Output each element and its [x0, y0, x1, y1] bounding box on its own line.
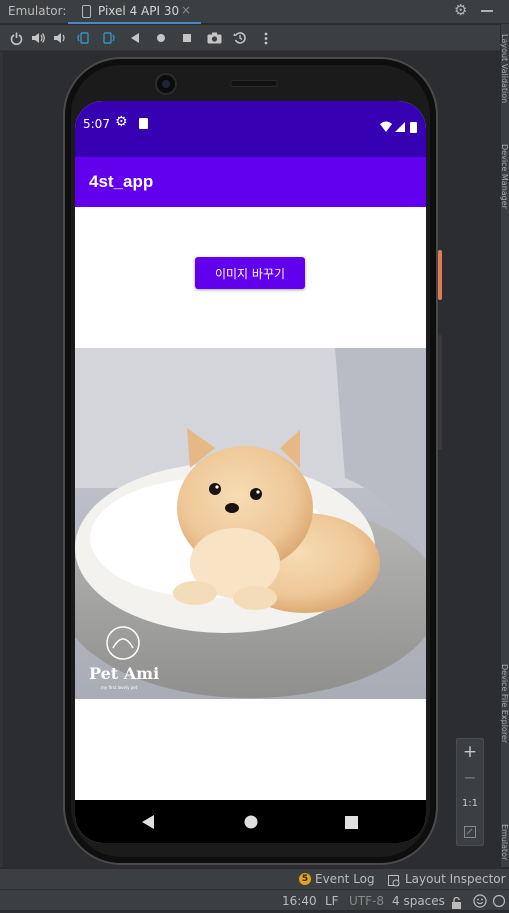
status-bar: 16:40 LF UTF-8 4 spaces: [0, 889, 509, 910]
line-ending-selector[interactable]: LF: [325, 894, 339, 908]
volume-up-icon[interactable]: [29, 29, 47, 47]
more-icon[interactable]: [257, 29, 275, 47]
sd-card-icon: [139, 118, 148, 129]
emulator-toolbar: [0, 25, 509, 51]
android-status-bar: 5:07 ⚙: [75, 101, 426, 157]
encoding-selector[interactable]: UTF-8: [349, 894, 384, 908]
camera-icon[interactable]: [205, 29, 223, 47]
gear-icon[interactable]: ⚙: [454, 1, 467, 19]
caret-position[interactable]: 16:40: [282, 894, 317, 908]
editor-gutter: [0, 52, 3, 867]
volume-side-button: [438, 335, 442, 450]
tool-window-device-file-explorer[interactable]: Device File Explorer: [500, 664, 509, 743]
emulator-label: Emulator:: [8, 4, 67, 18]
device-screen[interactable]: 5:07 ⚙ 4st_app 이미지 바꾸기 Pet Ami my first …: [75, 101, 426, 843]
close-icon[interactable]: ×: [181, 3, 191, 17]
smiley-icon[interactable]: [473, 893, 487, 912]
fit-screen-icon: [464, 826, 476, 838]
photo-tagline: my first lovely pet: [101, 685, 138, 690]
indent-selector[interactable]: 4 spaces: [392, 894, 445, 908]
app-bar: 4st_app: [75, 157, 426, 207]
rotate-left-icon[interactable]: [74, 29, 92, 47]
earpiece-speaker: [230, 80, 278, 87]
rotate-right-icon[interactable]: [100, 29, 118, 47]
power-icon[interactable]: [7, 29, 25, 47]
minimize-icon[interactable]: [481, 10, 493, 12]
nav-overview-icon[interactable]: [345, 814, 358, 833]
zoom-fit-button[interactable]: [457, 823, 483, 842]
change-image-button[interactable]: 이미지 바꾸기: [195, 257, 305, 289]
tool-window-bar: 5 Event Log Layout Inspector: [0, 868, 509, 889]
device-icon: [82, 5, 91, 18]
app-title: 4st_app: [89, 172, 154, 191]
zoom-actual-size-button[interactable]: 1:1: [457, 798, 483, 809]
overview-icon[interactable]: [178, 29, 196, 47]
tab-label: Pixel 4 API 30: [98, 4, 180, 18]
status-time: 5:07: [83, 117, 110, 131]
android-nav-bar: [75, 800, 426, 843]
nav-back-icon[interactable]: [142, 814, 155, 833]
home-icon[interactable]: [152, 29, 170, 47]
tool-window-layout-validation[interactable]: Layout Validation: [500, 34, 509, 103]
photo-brand: Pet Ami: [89, 664, 160, 683]
notification-icon[interactable]: [492, 893, 506, 912]
zoom-in-button[interactable]: +: [457, 742, 483, 762]
front-camera: [155, 73, 177, 95]
lock-icon[interactable]: [451, 894, 462, 913]
power-side-button: [438, 250, 442, 300]
zoom-controls: + − 1:1: [456, 738, 484, 846]
tool-window-emulator[interactable]: Emulator: [500, 824, 509, 860]
layout-inspector-button[interactable]: Layout Inspector: [405, 872, 506, 886]
zoom-out-button[interactable]: −: [457, 768, 483, 787]
tool-window-device-manager[interactable]: Device Manager: [500, 144, 509, 209]
event-log-button[interactable]: Event Log: [315, 872, 375, 886]
pet-image: Pet Ami my first lovely pet: [75, 348, 426, 699]
volume-down-icon[interactable]: [51, 29, 69, 47]
back-icon[interactable]: [126, 29, 144, 47]
tab-pixel-4[interactable]: Pixel 4 API 30 ×: [68, 0, 201, 24]
emulator-tab-bar: Emulator: Pixel 4 API 30 × ⚙: [0, 0, 509, 24]
snapshot-icon[interactable]: [231, 29, 249, 47]
event-log-badge: 5: [299, 873, 311, 885]
nav-home-icon[interactable]: [244, 814, 258, 833]
settings-notification-icon: ⚙: [115, 114, 128, 130]
wifi-signal-battery-icon: [380, 121, 417, 133]
right-tool-strip: Layout Validation Device Manager Device …: [500, 24, 509, 867]
